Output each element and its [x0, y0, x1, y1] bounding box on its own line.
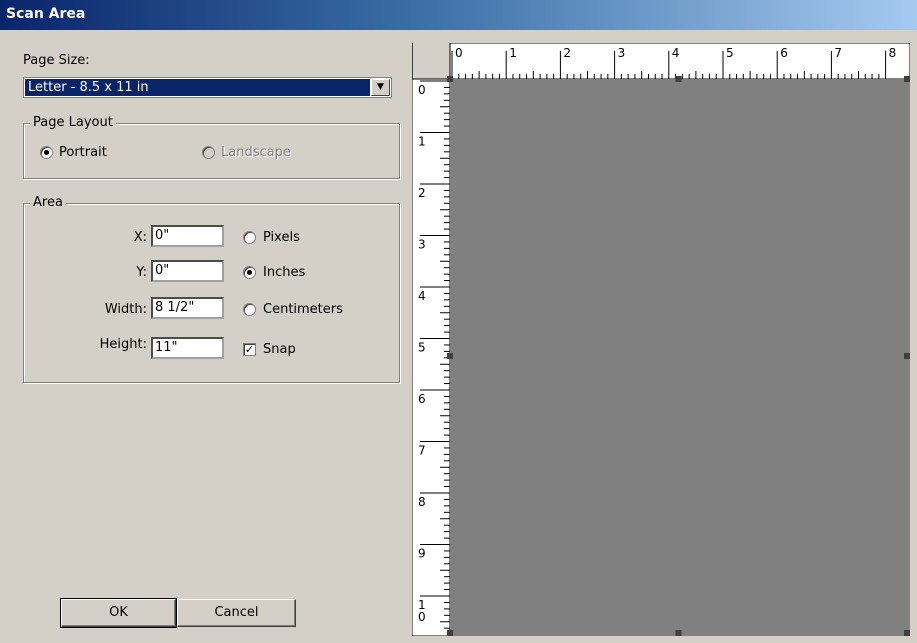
resize-handle[interactable] — [904, 76, 910, 82]
ruler-label-h: 3 — [618, 46, 626, 60]
ruler-label-v: 9 — [418, 547, 426, 561]
ok-button[interactable]: OK — [60, 598, 177, 628]
title-bar: Scan Area — [0, 0, 917, 30]
ruler-label-v: 7 — [418, 444, 426, 458]
pixels-radio[interactable] — [243, 231, 256, 244]
height-label: Height: — [99, 337, 147, 352]
centimeters-radio[interactable] — [243, 303, 256, 316]
resize-handle[interactable] — [675, 76, 682, 82]
inches-radio[interactable] — [243, 266, 256, 279]
page-size-label: Page Size: — [23, 53, 90, 68]
ruler-label-v: 3 — [418, 238, 426, 252]
width-label: Width: — [104, 302, 147, 317]
snap-checkbox[interactable]: ✓ — [243, 343, 256, 356]
ruler-label-h: 5 — [726, 46, 734, 60]
resize-handle[interactable] — [447, 76, 453, 82]
ruler-label-v: 5 — [418, 341, 426, 355]
vertical-ruler: 012345678910 — [411, 78, 451, 637]
page-layout-legend: Page Layout — [30, 115, 116, 130]
portrait-radio[interactable] — [40, 146, 53, 159]
ruler-label-v: 1 — [418, 135, 426, 149]
scan-area-rect[interactable] — [450, 79, 910, 636]
preview-canvas: 012345678 012345678910 — [411, 42, 911, 637]
window-title: Scan Area — [6, 6, 86, 22]
resize-handle[interactable] — [447, 630, 453, 636]
pixels-label: Pixels — [263, 230, 300, 245]
ruler-label-v: 6 — [418, 392, 426, 406]
height-field[interactable]: 11" — [151, 337, 224, 359]
ruler-label-h: 1 — [509, 46, 517, 60]
resize-handle[interactable] — [675, 630, 682, 636]
resize-handle[interactable] — [447, 353, 453, 359]
page-size-dropdown[interactable]: Letter - 8.5 x 11 in ▼ — [23, 77, 392, 98]
y-label: Y: — [136, 265, 147, 280]
x-field[interactable]: 0" — [151, 225, 224, 247]
chevron-down-icon[interactable]: ▼ — [371, 79, 390, 96]
ruler-label-h: 7 — [834, 46, 842, 60]
x-label: X: — [133, 230, 147, 245]
ruler-label-h: 4 — [672, 46, 680, 60]
ruler-label-v: 0 — [418, 610, 426, 624]
landscape-radio[interactable] — [202, 146, 215, 159]
area-legend: Area — [30, 195, 66, 210]
snap-label: Snap — [263, 342, 296, 357]
ruler-label-h: 0 — [455, 46, 463, 60]
width-field[interactable]: 8 1/2" — [151, 297, 224, 319]
centimeters-label: Centimeters — [263, 302, 343, 317]
ruler-label-v: 4 — [418, 289, 426, 303]
portrait-label: Portrait — [59, 145, 107, 160]
ruler-label-h: 2 — [563, 46, 571, 60]
cancel-button[interactable]: Cancel — [177, 599, 296, 627]
ruler-label-h: 6 — [780, 46, 788, 60]
ruler-label-h: 8 — [889, 46, 897, 60]
landscape-label: Landscape — [221, 145, 291, 160]
scan-preview: 012345678 012345678910 — [411, 42, 911, 637]
inches-label: Inches — [263, 265, 306, 280]
horizontal-ruler: 0 1 2 3 4 5 6 7 8 — [449, 42, 911, 80]
ruler-label-v: 2 — [418, 186, 426, 200]
resize-handle[interactable] — [904, 353, 910, 359]
y-field[interactable]: 0" — [151, 260, 224, 282]
resize-handle[interactable] — [904, 630, 910, 636]
page-size-value: Letter - 8.5 x 11 in — [25, 79, 370, 96]
ruler-label-v: 0 — [418, 83, 426, 97]
ruler-label-v: 8 — [418, 495, 426, 509]
